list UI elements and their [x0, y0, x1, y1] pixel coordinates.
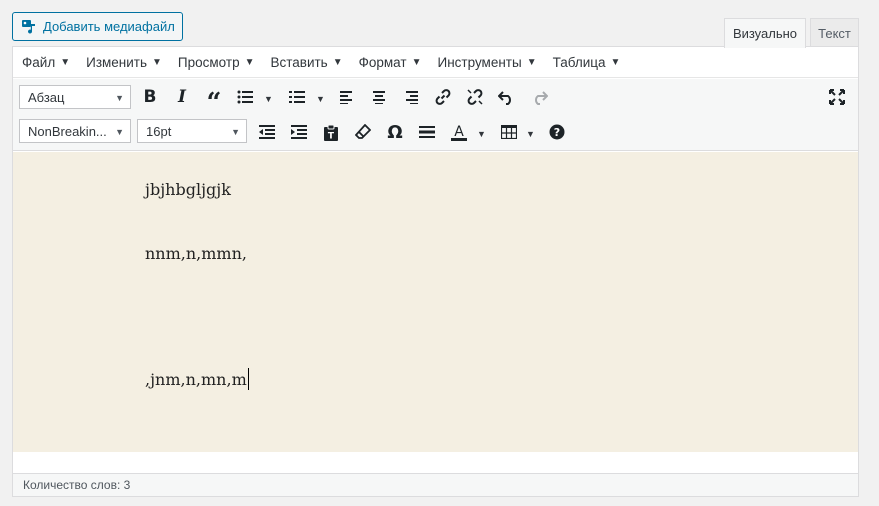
svg-text:A: A: [454, 124, 464, 140]
chevron-down-icon: ▼: [231, 127, 240, 137]
numbered-list-icon: [289, 91, 305, 103]
align-center-button[interactable]: [367, 85, 391, 109]
font-size-select[interactable]: 16pt ▼: [137, 119, 247, 143]
bold-button[interactable]: B: [138, 85, 162, 109]
redo-button[interactable]: [527, 85, 551, 109]
editor-content[interactable]: jbjhbgljgjk nnm,n,mmn, ,jnm,n,mn,m: [13, 152, 858, 452]
outdent-button[interactable]: [255, 120, 279, 144]
unlink-icon: [467, 89, 483, 105]
text-color-icon: A: [451, 124, 467, 141]
menu-insert[interactable]: Вставить ▼: [270, 55, 350, 70]
paragraph[interactable]: nnm,n,mmn,: [145, 244, 247, 263]
text-color-caret[interactable]: ▼: [477, 129, 486, 139]
outdent-icon: [259, 125, 275, 139]
menu-format[interactable]: Формат ▼: [359, 55, 430, 70]
table-button[interactable]: [497, 120, 521, 144]
quote-icon: “: [206, 88, 222, 118]
redo-icon: [535, 91, 548, 105]
fullscreen-button[interactable]: [825, 85, 849, 109]
help-icon: ?: [549, 124, 565, 140]
clear-formatting-button[interactable]: [351, 120, 375, 144]
undo-button[interactable]: [495, 85, 519, 109]
align-center-icon: [373, 91, 385, 104]
block-format-select[interactable]: Абзац ▼: [19, 85, 131, 109]
menu-view[interactable]: Просмотр ▼: [178, 55, 263, 70]
help-button[interactable]: ?: [545, 120, 569, 144]
undo-icon: [498, 91, 511, 105]
chevron-down-icon: ▼: [115, 127, 124, 137]
remove-link-button[interactable]: [463, 85, 487, 109]
link-icon: [435, 89, 451, 105]
menu-table[interactable]: Таблица ▼: [553, 55, 629, 70]
numbered-list-caret[interactable]: ▼: [316, 94, 325, 104]
insert-link-button[interactable]: [431, 85, 455, 109]
add-media-label: Добавить медиафайл: [43, 19, 175, 34]
horizontal-line-button[interactable]: [415, 120, 439, 144]
blockquote-button[interactable]: “: [202, 85, 226, 118]
numbered-list-button[interactable]: [285, 85, 309, 109]
align-left-button[interactable]: [335, 85, 359, 109]
bullet-list-icon: [237, 90, 253, 104]
svg-text:T: T: [328, 131, 335, 141]
add-media-button[interactable]: Добавить медиафайл: [12, 12, 183, 41]
paragraph[interactable]: ,jnm,n,mn,m: [145, 368, 249, 390]
menu-edit[interactable]: Изменить ▼: [86, 55, 170, 70]
table-caret[interactable]: ▼: [526, 129, 535, 139]
eraser-icon: [355, 124, 371, 139]
menu-file[interactable]: Файл ▼: [22, 55, 78, 70]
omega-icon: Ω: [387, 121, 403, 143]
menu-bar: Файл ▼ Изменить ▼ Просмотр ▼ Вставить ▼ Форм…: [13, 47, 858, 78]
italic-button[interactable]: I: [170, 85, 194, 109]
word-count: Количество слов: 3: [23, 478, 131, 492]
align-right-button[interactable]: [399, 85, 423, 109]
toolbar-row-1: Абзац ▼ B I “ ▼ ▼: [13, 79, 858, 118]
svg-text:?: ?: [554, 126, 560, 139]
indent-icon: [291, 125, 307, 139]
table-icon: [501, 125, 517, 139]
horizontal-line-icon: [419, 126, 435, 138]
text-color-button[interactable]: A: [447, 120, 471, 144]
status-bar: Количество слов: 3: [13, 473, 858, 496]
clipboard-icon: T: [324, 124, 338, 141]
menu-tools[interactable]: Инструменты ▼: [438, 55, 545, 70]
editor-frame: Файл ▼ Изменить ▼ Просмотр ▼ Вставить ▼ Форм…: [12, 46, 859, 497]
font-family-select[interactable]: NonBreakin... ▼: [19, 119, 131, 143]
toolbar-row-2: NonBreakin... ▼ 16pt ▼ T Ω A ▼ ▼ ?: [13, 113, 858, 151]
tab-visual[interactable]: Визуально: [724, 18, 806, 48]
bold-icon: B: [143, 87, 157, 107]
paste-text-button[interactable]: T: [319, 120, 343, 144]
indent-button[interactable]: [287, 120, 311, 144]
tab-text[interactable]: Текст: [810, 18, 859, 47]
text-cursor: [247, 368, 249, 390]
media-icon: [21, 19, 37, 35]
fullscreen-icon: [829, 89, 845, 105]
italic-icon: I: [178, 87, 186, 107]
paragraph[interactable]: jbjhbgljgjk: [145, 180, 231, 199]
align-left-icon: [340, 91, 352, 104]
bullet-list-button[interactable]: [233, 85, 257, 109]
special-character-button[interactable]: Ω: [383, 120, 407, 144]
align-right-icon: [406, 91, 418, 104]
chevron-down-icon: ▼: [115, 93, 124, 103]
bullet-list-caret[interactable]: ▼: [264, 94, 273, 104]
